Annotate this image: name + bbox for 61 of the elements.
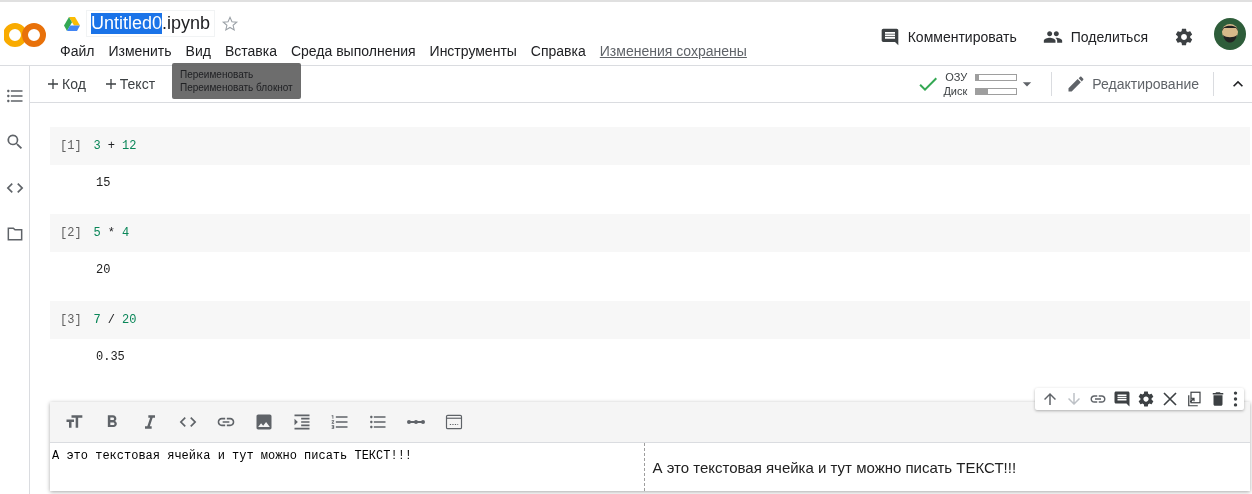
menu-item[interactable]: Вид: [185, 43, 211, 59]
star-icon[interactable]: [221, 14, 240, 33]
plus-icon: [105, 79, 116, 89]
menu-item[interactable]: Файл: [60, 43, 95, 59]
add-cell-button[interactable]: Код: [46, 76, 88, 92]
avatar[interactable]: [1214, 18, 1246, 50]
code-line: 7 / 20: [93, 313, 137, 327]
image-icon: [254, 412, 274, 432]
code-cell[interactable]: [1] 3 + 12: [50, 127, 1250, 165]
horizontal-rule-icon: [406, 419, 426, 425]
resource-meter: [975, 73, 1018, 81]
plus-icon: [48, 79, 58, 89]
drive-icon: [64, 16, 80, 31]
embed-icon: [444, 412, 464, 432]
text-cell[interactable]: А это текстовая ячейка и тут можно писать ТЕКСТ!!! А это текстовая ячейка и тут можно писать ТЕКСТ!!!: [50, 402, 1250, 491]
comment-button[interactable]: Комментировать: [879, 27, 1017, 47]
image-button[interactable]: [254, 412, 274, 432]
markdown-preview: А это текстовая ячейка и тут можно писать ТЕКСТ!!!: [652, 459, 1017, 476]
settings-icon: [1137, 390, 1155, 408]
numbered-list-button[interactable]: [330, 412, 350, 432]
indent-icon: [292, 412, 312, 432]
embed-button[interactable]: [444, 412, 464, 432]
menu-item[interactable]: Среда выполнения: [290, 43, 416, 59]
menu-item[interactable]: Справка: [530, 43, 586, 59]
more-button[interactable]: [1233, 391, 1238, 407]
resource-label: ОЗУ: [944, 70, 968, 84]
code-line: 3 + 12: [93, 139, 137, 153]
settings-button[interactable]: [1137, 390, 1155, 408]
more-icon: [1233, 391, 1238, 407]
resource-meter: [975, 87, 1018, 95]
menu-item[interactable]: Инструменты: [429, 43, 517, 59]
execution-count: [3]: [60, 313, 82, 327]
save-status-link[interactable]: Изменения сохранены: [599, 43, 747, 59]
copy-icon: [1185, 390, 1203, 408]
numbered-list-icon: [330, 412, 350, 432]
code-cell[interactable]: [2] 5 * 4: [50, 214, 1250, 252]
comment-icon: [1113, 390, 1131, 408]
cell-output: 0.35: [96, 350, 125, 364]
menu-item[interactable]: Вставка: [224, 43, 277, 59]
menu-item[interactable]: Изменить: [108, 43, 172, 59]
cell-output: 20: [96, 263, 111, 277]
copy-button[interactable]: [1185, 390, 1203, 408]
share-button[interactable]: Поделиться: [1042, 27, 1148, 47]
title-field[interactable]: Untitled0.ipynb: [86, 10, 216, 37]
execution-count: [1]: [60, 139, 82, 153]
comment-icon: [879, 27, 900, 47]
settings-icon[interactable]: [1174, 27, 1194, 47]
comment-button[interactable]: [1113, 390, 1131, 408]
horizontal-rule-button[interactable]: [406, 419, 426, 425]
logo[interactable]: [4, 20, 46, 50]
indent-button[interactable]: [292, 412, 312, 432]
execution-count: [2]: [60, 226, 82, 240]
tooltip: Переименовать Переименовать блокнот: [172, 63, 301, 99]
code-cell[interactable]: [3] 7 / 20: [50, 301, 1250, 339]
resource-label: Диск: [943, 84, 968, 98]
cell-output: 15: [96, 176, 111, 190]
markdown-editor[interactable]: А это текстовая ячейка и тут можно писать ТЕКСТ!!!: [50, 443, 645, 491]
arrow-down-icon: [1065, 390, 1083, 408]
mode-button[interactable]: Редактирование: [1066, 74, 1199, 94]
add-cell-button[interactable]: Текст: [103, 76, 158, 92]
code-line: 5 * 4: [93, 226, 130, 240]
